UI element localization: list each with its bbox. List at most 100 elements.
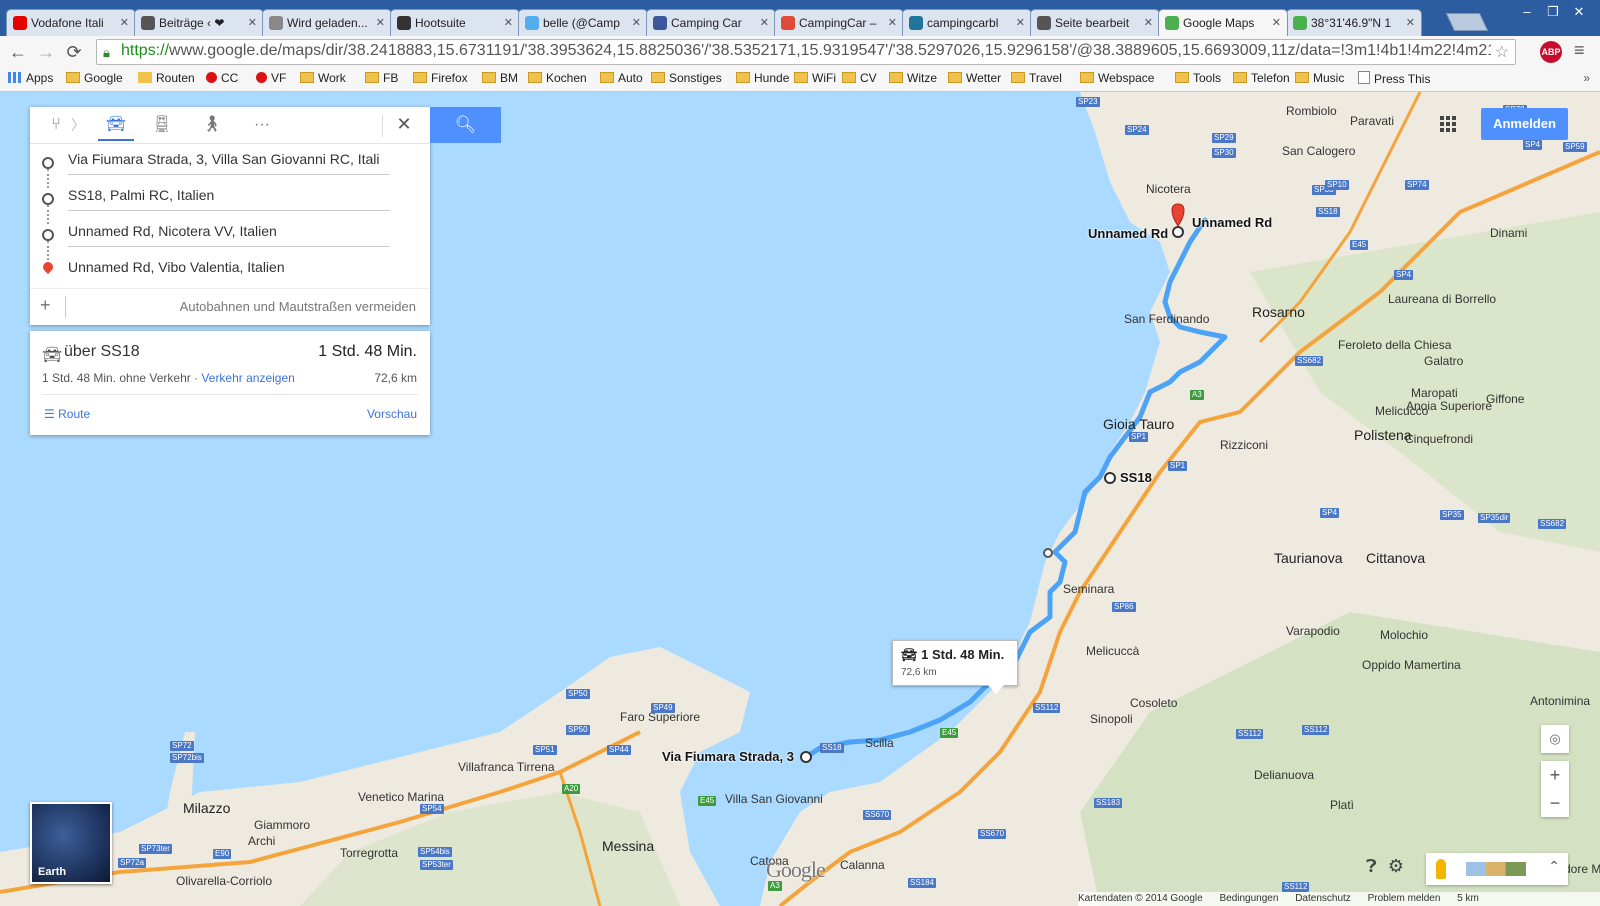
transit-icon[interactable]: 🚆︎ [150,113,174,137]
zoom-in-button[interactable]: + [1541,761,1569,789]
report-problem-link[interactable]: Problem melden [1368,893,1441,904]
close-tab-icon[interactable]: ✕ [888,10,897,36]
new-tab-button[interactable] [1445,13,1489,31]
bookmark-item[interactable]: Routen [138,71,195,85]
bookmark-item[interactable]: CC [206,71,238,85]
bookmark-item[interactable]: Apps [8,71,53,85]
bookmarks-bar: Apps Google Routen CC VF Work FB Firefox BM Koche… [0,68,1600,92]
sign-in-button[interactable]: Anmelden [1481,108,1568,140]
search-button[interactable]: 🔍︎ [430,107,501,143]
bookmark-item[interactable]: Press This [1358,71,1430,86]
minimize-button[interactable]: – [1514,4,1540,19]
folder-icon [948,72,962,83]
address-url[interactable]: https://www.google.de/maps/dir/38.241888… [121,42,1491,60]
waypoint-input-3[interactable]: Unnamed Rd, Nicotera VV, Italien [68,216,390,247]
browser-tab[interactable]: Wird geladen... ✕ [262,9,392,36]
browser-tab[interactable]: Hootsuite ✕ [390,9,520,36]
close-window-button[interactable]: ✕ [1566,4,1592,20]
waypoint-input-2[interactable]: SS18, Palmi RC, Italien [68,180,390,211]
bookmark-item[interactable]: Travel [1011,71,1062,85]
close-tab-icon[interactable]: ✕ [632,10,641,36]
back-arrow-icon[interactable]: ← [6,40,30,64]
browser-tab[interactable]: campingcarbl ✕ [902,9,1032,36]
bookmark-item[interactable]: VF [256,71,286,85]
bookmark-item[interactable]: Wetter [948,71,1001,85]
address-bar[interactable]: 🔒︎ https://www.google.de/maps/dir/38.241… [96,39,1516,65]
help-icon[interactable]: ❓︎ [1366,856,1377,876]
maximize-button[interactable]: ❐ [1540,4,1566,20]
bookmark-item[interactable]: Work [300,71,346,85]
route-duration: 1 Std. 48 Min. [318,343,417,360]
bookmark-item[interactable]: Google [66,71,123,85]
route-traffic-note: 1 Std. 48 Min. ohne Verkehr · Verkehr an… [42,371,295,385]
adblock-icon[interactable]: ABP [1540,41,1562,63]
bookmark-item[interactable]: BM [482,71,518,85]
browser-tab[interactable]: belle (@Camp ✕ [518,9,648,36]
chevron-up-icon[interactable]: ⌃ [1548,858,1560,875]
bookmark-item[interactable]: Music [1295,71,1344,85]
close-tab-icon[interactable]: ✕ [1016,10,1025,36]
bookmark-item[interactable]: Tools [1175,71,1221,85]
bookmark-label: Sonstiges [669,71,722,85]
route-summary-card[interactable]: 🚘︎ über SS18 1 Std. 48 Min. 1 Std. 48 Mi… [30,331,430,435]
terms-link[interactable]: Bedingungen [1219,893,1278,904]
browser-tab[interactable]: Camping Car ✕ [646,9,776,36]
close-tab-icon[interactable]: ✕ [120,10,129,36]
route-details-button[interactable]: ☰ Route [44,407,90,421]
bookmark-item[interactable]: Sonstiges [651,71,722,85]
forward-arrow-icon[interactable]: → [34,40,58,64]
browser-tab[interactable]: CampingCar – ✕ [774,9,904,36]
bookmark-item[interactable]: Auto [600,71,643,85]
best-mode-icon[interactable]: ⑂ [44,113,68,137]
close-tab-icon[interactable]: ✕ [760,10,769,36]
browser-tab[interactable]: Seite bearbeit ✕ [1030,9,1160,36]
bookmark-item[interactable]: Firefox [413,71,468,85]
bookmark-item[interactable]: Witze [889,71,937,85]
browser-tab[interactable]: 38°31'46.9"N 1 ✕ [1286,9,1422,36]
avoid-highways-option[interactable]: Autobahnen und Mautstraßen vermeiden [180,299,416,314]
close-icon[interactable]: ✕ [392,112,416,136]
walk-icon[interactable]: 🚶︎ [200,113,224,137]
my-location-icon[interactable]: ◎ [1541,725,1569,753]
show-traffic-link[interactable]: Verkehr anzeigen [201,371,294,385]
close-tab-icon[interactable]: ✕ [1406,10,1415,36]
layer-thumbnails[interactable] [1466,862,1526,876]
bookmark-star-icon[interactable]: ☆ [1495,42,1509,62]
more-icon[interactable]: ··· [250,113,274,137]
earth-view-toggle[interactable]: Earth [30,802,112,884]
reload-icon[interactable]: ⟳ [62,40,86,64]
place-label: Melicucco [1375,404,1429,418]
preview-button[interactable]: Vorschau [367,407,417,421]
route-duration-callout[interactable]: 🚘︎ 1 Std. 48 Min. 72,6 km [892,640,1018,694]
folder-icon [1175,72,1189,83]
browser-tab[interactable]: Vodafone Itali ✕ [6,9,136,36]
close-tab-icon[interactable]: ✕ [1144,10,1153,36]
waypoint-input-1[interactable]: Via Fiumara Strada, 3, Villa San Giovann… [68,144,390,175]
browser-tab[interactable]: Google Maps ✕ [1158,9,1288,36]
pegman-icon[interactable] [1436,859,1446,879]
gear-icon[interactable]: ⚙ [1388,856,1404,876]
place-label: Villa San Giovanni [725,792,823,806]
road-shield: SS112 [1033,703,1061,713]
close-tab-icon[interactable]: ✕ [1272,10,1281,36]
car-icon[interactable]: 🚘︎ [98,113,134,141]
bookmark-item[interactable]: Kochen [528,71,587,85]
bookmark-item[interactable]: Telefon [1233,71,1290,85]
bookmark-item[interactable]: Hunde [736,71,789,85]
place-label: Rizziconi [1220,438,1269,452]
browser-menu-icon[interactable]: ≡ [1574,40,1585,61]
bookmark-item[interactable]: CV [842,71,877,85]
apps-grid-icon[interactable] [1440,116,1456,132]
close-tab-icon[interactable]: ✕ [504,10,513,36]
browser-tab[interactable]: Beiträge ‹ ❤ ✕ [134,9,264,36]
bookmarks-overflow-icon[interactable]: » [1583,71,1590,85]
bookmark-item[interactable]: WiFi [794,71,836,85]
close-tab-icon[interactable]: ✕ [248,10,257,36]
zoom-out-button[interactable]: − [1541,789,1569,817]
privacy-link[interactable]: Datenschutz [1295,893,1351,904]
close-tab-icon[interactable]: ✕ [376,10,385,36]
waypoint-input-4[interactable]: Unnamed Rd, Vibo Valentia, Italien [68,252,390,282]
bookmark-item[interactable]: FB [365,71,398,85]
add-destination-icon[interactable]: + [40,295,51,316]
bookmark-item[interactable]: Webspace [1080,71,1154,85]
